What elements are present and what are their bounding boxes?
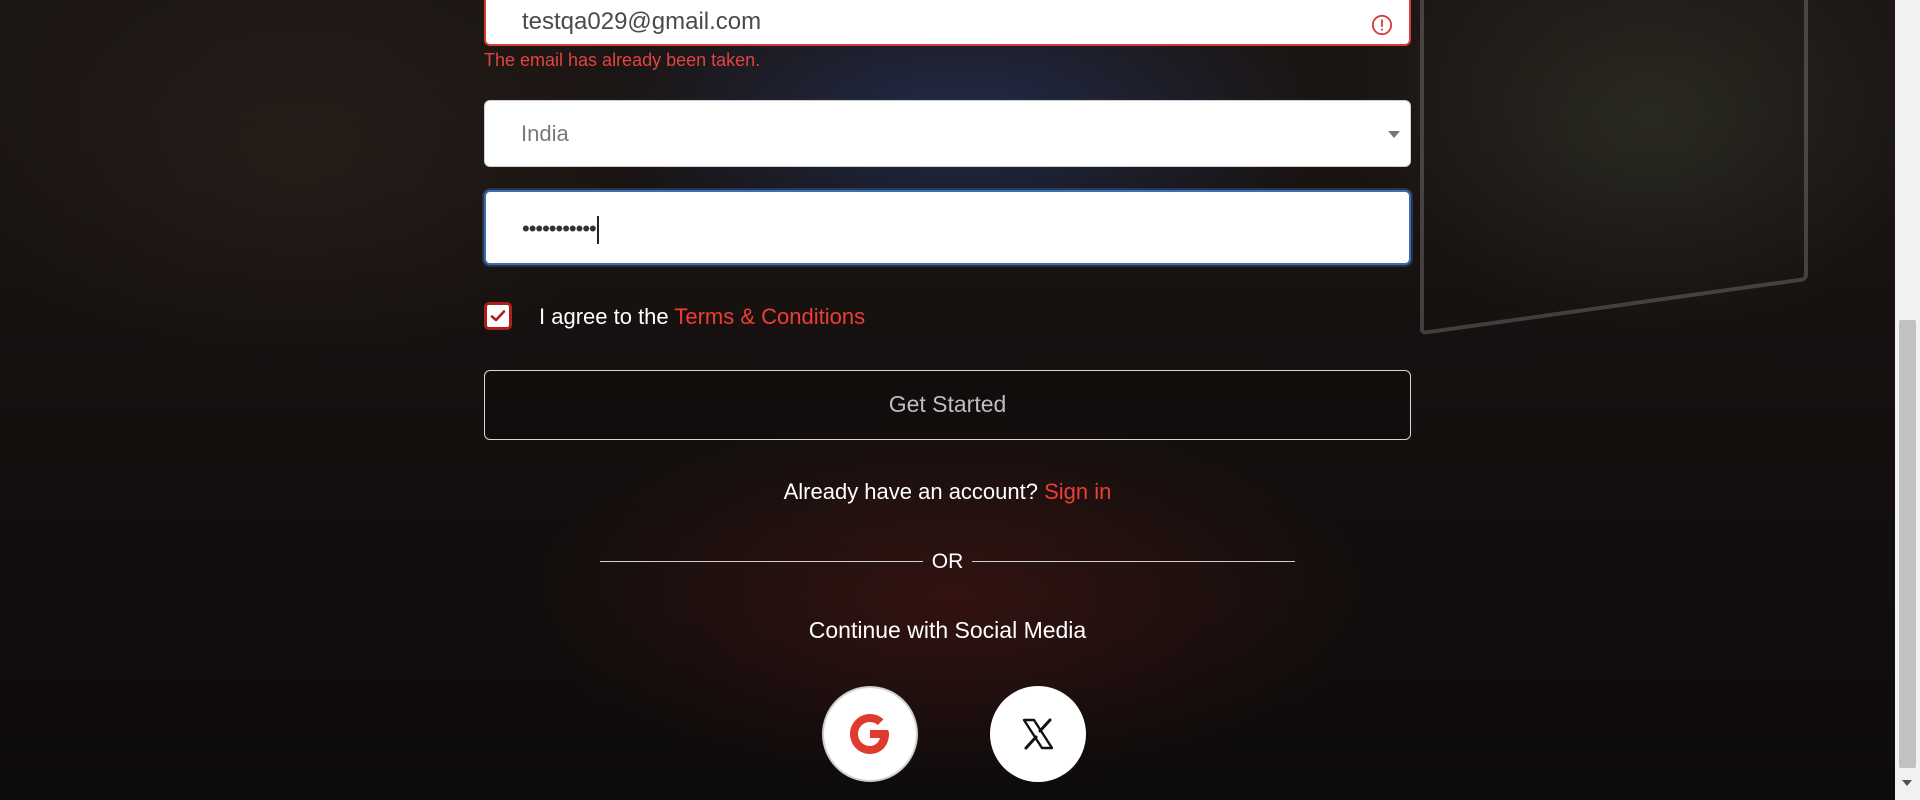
signin-prompt-row: Already have an account? Sign in bbox=[484, 479, 1411, 505]
text-cursor bbox=[596, 216, 599, 245]
scrollbar-thumb[interactable] bbox=[1899, 320, 1916, 768]
check-icon bbox=[490, 310, 506, 322]
terms-link[interactable]: Terms & Conditions bbox=[674, 304, 865, 329]
country-select[interactable]: India bbox=[484, 100, 1411, 167]
terms-agreement-row: I agree to the Terms & Conditions bbox=[484, 302, 1411, 332]
signin-prompt-text: Already have an account? bbox=[783, 479, 1045, 504]
google-icon bbox=[850, 714, 889, 754]
divider-line-right bbox=[972, 561, 1295, 562]
caret-down-icon[interactable] bbox=[1388, 131, 1400, 138]
x-icon bbox=[1022, 718, 1054, 750]
page-scrollbar[interactable] bbox=[1895, 0, 1920, 800]
error-circle-icon bbox=[1371, 14, 1393, 36]
password-dots: ••••••••••• bbox=[522, 216, 597, 241]
scroll-down-arrow-icon[interactable] bbox=[1902, 780, 1912, 786]
get-started-button[interactable]: Get Started bbox=[484, 370, 1411, 440]
terms-agreement-text: I agree to the Terms & Conditions bbox=[539, 304, 865, 330]
social-heading: Continue with Social Media bbox=[808, 617, 1087, 643]
password-field[interactable]: ••••••••••• bbox=[484, 190, 1411, 265]
or-divider-text: OR bbox=[931, 550, 964, 573]
signin-link[interactable]: Sign in bbox=[1044, 479, 1111, 504]
email-error-message: The email has already been taken. bbox=[484, 50, 761, 70]
email-field-value[interactable]: testqa029@gmail.com bbox=[522, 8, 761, 36]
terms-checkbox[interactable] bbox=[484, 302, 512, 330]
email-field[interactable]: testqa029@gmail.com bbox=[484, 0, 1411, 46]
google-signin-button[interactable] bbox=[822, 686, 918, 782]
terms-agreement-prefix: I agree to the bbox=[539, 304, 675, 329]
x-signin-button[interactable] bbox=[990, 686, 1086, 782]
country-select-value: India bbox=[521, 121, 569, 146]
background-monitor-shape bbox=[1420, 0, 1808, 336]
password-field-value[interactable]: ••••••••••• bbox=[522, 216, 599, 245]
or-divider: OR bbox=[600, 550, 1295, 573]
